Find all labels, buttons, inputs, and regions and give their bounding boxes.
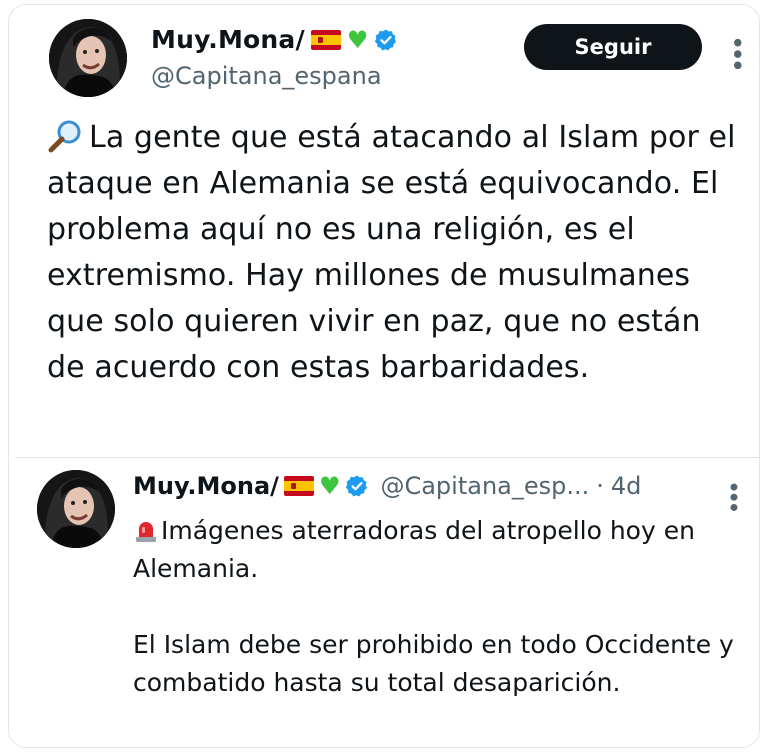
- spain-flag-icon: [310, 29, 341, 50]
- quoted-tweet-text: Imágenes aterradoras del atropello hoy e…: [133, 512, 753, 702]
- display-name[interactable]: Muy.Mona/: [133, 472, 279, 500]
- follow-button[interactable]: Seguir: [524, 24, 702, 70]
- green-heart-icon: ♥: [346, 25, 369, 54]
- display-name[interactable]: Muy.Mona/: [151, 25, 305, 54]
- more-options-icon[interactable]: •••: [721, 35, 751, 69]
- quoted-tweet[interactable]: Muy.Mona/ ♥ @Capitana_esp... · 4d ••• Im…: [15, 457, 759, 747]
- green-heart-icon: ♥: [318, 472, 341, 500]
- timestamp[interactable]: 4d: [611, 472, 642, 500]
- more-options-icon[interactable]: •••: [719, 480, 747, 510]
- tweet-text-container: La gente que está atacando al Islam por …: [47, 115, 747, 391]
- quoted-paragraph: Imágenes aterradoras del atropello hoy e…: [133, 512, 753, 588]
- handle[interactable]: @Capitana_espana: [151, 62, 382, 90]
- avatar[interactable]: [49, 19, 127, 97]
- verified-badge-icon[interactable]: [345, 474, 369, 498]
- siren-icon: [136, 522, 156, 542]
- main-tweet: Muy.Mona/ ♥ @Capitana_espana Seguir ••• …: [9, 5, 759, 457]
- tweet-card: Muy.Mona/ ♥ @Capitana_espana Seguir ••• …: [8, 4, 760, 748]
- separator: ·: [596, 472, 604, 500]
- avatar[interactable]: [37, 470, 115, 548]
- handle[interactable]: @Capitana_esp...: [380, 472, 589, 500]
- tweet-text: La gente que está atacando al Islam por …: [47, 120, 736, 385]
- quoted-author-row[interactable]: Muy.Mona/ ♥ @Capitana_esp... · 4d: [133, 472, 641, 500]
- verified-badge-icon[interactable]: [374, 28, 398, 52]
- quoted-paragraph-2: El Islam debe ser prohibido en todo Occi…: [133, 630, 734, 697]
- magnifying-glass-icon: [48, 120, 81, 153]
- spain-flag-icon: [283, 476, 314, 496]
- author-name-row[interactable]: Muy.Mona/ ♥: [151, 25, 398, 54]
- quoted-paragraph-1: Imágenes aterradoras del atropello hoy e…: [133, 516, 695, 583]
